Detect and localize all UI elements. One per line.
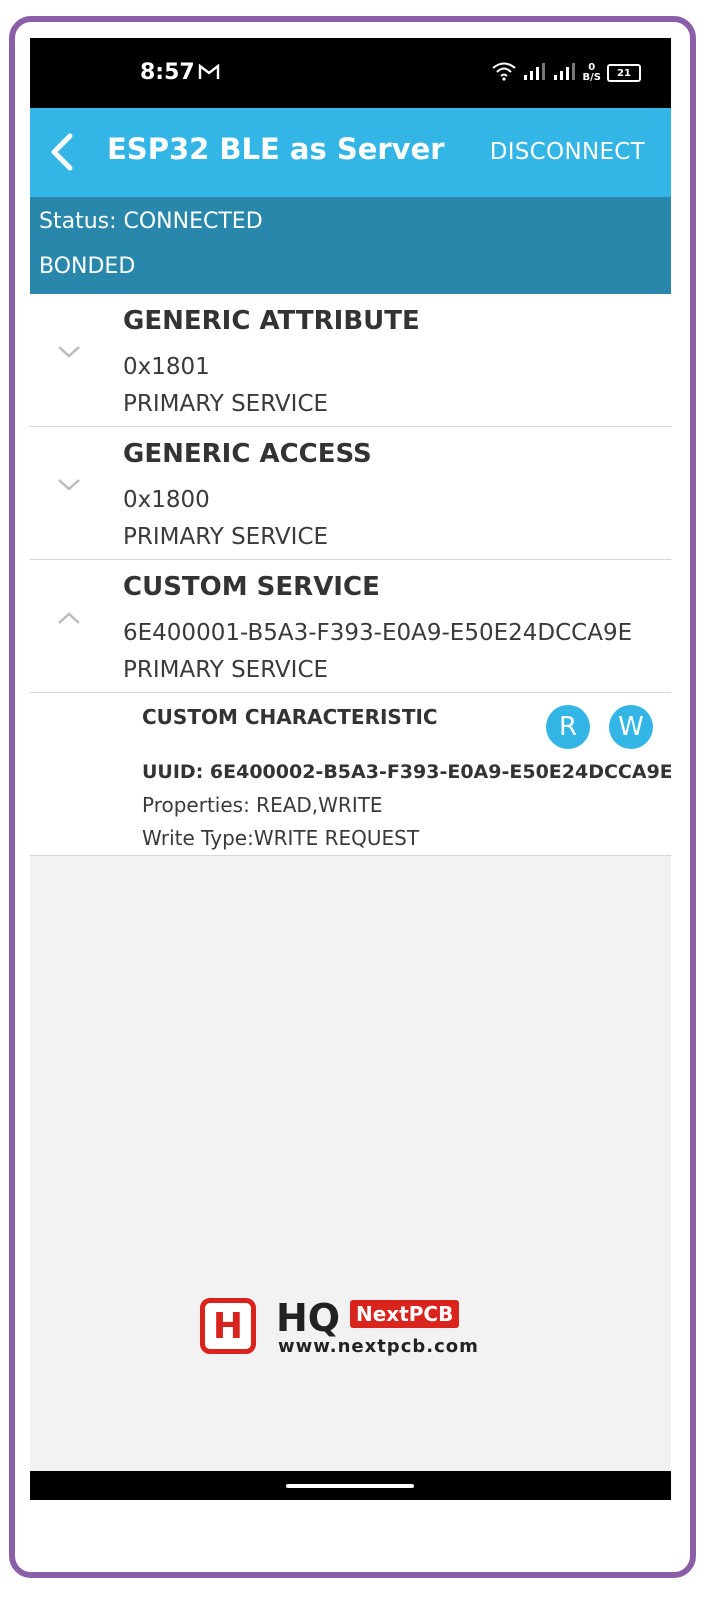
battery-level: 21 bbox=[617, 67, 631, 79]
service-name: CUSTOM SERVICE bbox=[123, 572, 380, 602]
wifi-icon bbox=[491, 61, 517, 85]
network-speed: 0 B/S bbox=[583, 63, 601, 83]
chevron-down-icon bbox=[57, 344, 81, 358]
signal-icon-2 bbox=[553, 61, 577, 85]
service-type: PRIMARY SERVICE bbox=[123, 657, 329, 683]
characteristic-name: CUSTOM CHARACTERISTIC bbox=[142, 705, 438, 729]
back-arrow-icon[interactable] bbox=[44, 132, 80, 172]
hq-logo-icon: H bbox=[200, 1298, 256, 1354]
brand-badge: NextPCB bbox=[350, 1300, 460, 1328]
signal-icon-1 bbox=[523, 61, 547, 85]
status-icons: 0 B/S 21 bbox=[491, 58, 641, 88]
read-button[interactable]: R bbox=[546, 705, 590, 749]
watermark-logo: H HQ NextPCB www.nextpcb.com bbox=[200, 1296, 480, 1366]
service-uuid: 0x1800 bbox=[123, 487, 210, 513]
connection-status-panel: Status: CONNECTED BONDED bbox=[30, 197, 671, 294]
service-uuid: 0x1801 bbox=[123, 354, 210, 380]
status-time: 8:57 bbox=[140, 60, 195, 85]
gmail-icon bbox=[198, 63, 220, 84]
connection-status: Status: CONNECTED bbox=[39, 209, 263, 234]
brand-url: www.nextpcb.com bbox=[278, 1336, 479, 1357]
service-item-custom-service[interactable]: CUSTOM SERVICE 6E400001-B5A3-F393-E0A9-E… bbox=[30, 560, 671, 693]
service-list: GENERIC ATTRIBUTE 0x1801 PRIMARY SERVICE… bbox=[30, 294, 671, 856]
service-item-generic-access[interactable]: GENERIC ACCESS 0x1800 PRIMARY SERVICE bbox=[30, 427, 671, 560]
characteristic-uuid: UUID: 6E400002-B5A3-F393-E0A9-E50E24DCCA… bbox=[142, 761, 671, 783]
service-type: PRIMARY SERVICE bbox=[123, 391, 329, 417]
write-button[interactable]: W bbox=[609, 705, 653, 749]
chevron-up-icon bbox=[57, 610, 81, 624]
app-bar: ESP32 BLE as Server DISCONNECT bbox=[30, 108, 671, 197]
service-type: PRIMARY SERVICE bbox=[123, 524, 329, 550]
navigation-bar bbox=[30, 1471, 671, 1500]
phone-screen: 8:57 0 B/S 21 ESP32 BLE as Server DISCON… bbox=[30, 38, 671, 1500]
service-item-generic-attribute[interactable]: GENERIC ATTRIBUTE 0x1801 PRIMARY SERVICE bbox=[30, 294, 671, 427]
battery-icon: 21 bbox=[607, 64, 641, 82]
characteristic-item[interactable]: CUSTOM CHARACTERISTIC R W UUID: 6E400002… bbox=[30, 693, 671, 856]
bond-status: BONDED bbox=[39, 254, 136, 279]
service-name: GENERIC ATTRIBUTE bbox=[123, 306, 420, 336]
service-name: GENERIC ACCESS bbox=[123, 439, 372, 469]
characteristic-properties: Properties: READ,WRITE bbox=[142, 793, 383, 817]
home-gesture-handle[interactable] bbox=[286, 1484, 414, 1488]
speed-unit: B/S bbox=[582, 72, 601, 83]
page-title: ESP32 BLE as Server bbox=[107, 132, 445, 166]
logo-text: HQ bbox=[276, 1296, 341, 1340]
disconnect-button[interactable]: DISCONNECT bbox=[490, 139, 645, 165]
service-uuid: 6E400001-B5A3-F393-E0A9-E50E24DCCA9E bbox=[123, 620, 633, 646]
chevron-down-icon bbox=[57, 477, 81, 491]
status-bar: 8:57 0 B/S 21 bbox=[30, 38, 671, 108]
characteristic-write-type: Write Type:WRITE REQUEST bbox=[142, 826, 420, 850]
